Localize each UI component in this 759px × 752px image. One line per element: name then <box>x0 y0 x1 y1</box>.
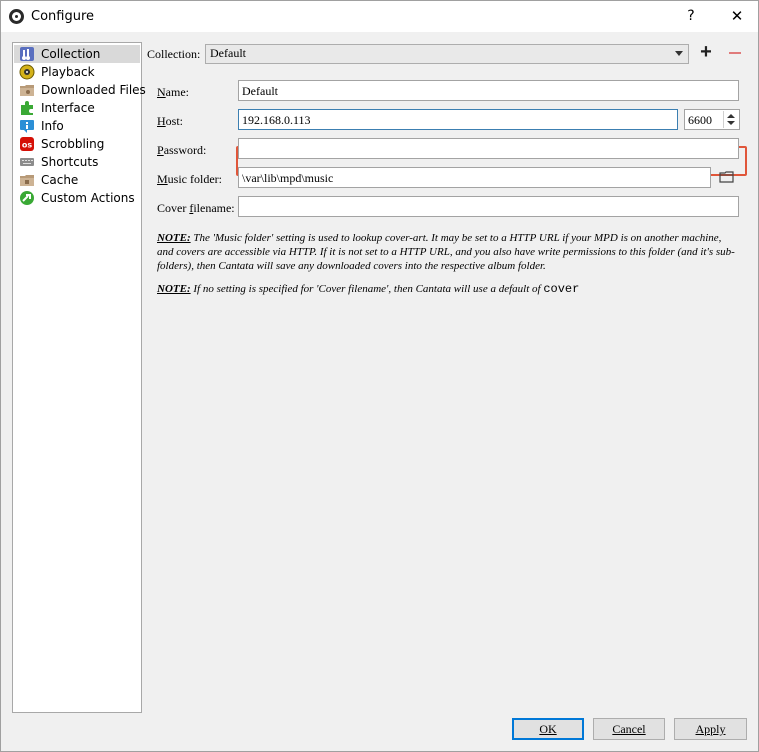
sidebar-item-playback[interactable]: Playback <box>14 63 140 81</box>
sidebar-item-label: Custom Actions <box>41 191 135 205</box>
sidebar-item-label: Cache <box>41 173 79 187</box>
collection-select[interactable]: Default <box>205 44 689 64</box>
help-button[interactable]: ? <box>677 4 705 28</box>
music-folder-note: NOTE: The 'Music folder' setting is used… <box>157 231 737 273</box>
sidebar-item-interface[interactable]: Interface <box>14 99 140 117</box>
password-field[interactable] <box>238 138 739 159</box>
sidebar-item-info[interactable]: Info <box>14 117 140 135</box>
port-value: 6600 <box>688 113 712 127</box>
cover-filename-label: Cover filename: <box>157 201 235 215</box>
playback-icon <box>19 64 35 80</box>
note-prefix: NOTE: <box>157 232 191 244</box>
cache-icon <box>20 175 34 186</box>
name-field-value: Default <box>242 84 278 98</box>
note-text: If no setting is specified for 'Cover fi… <box>190 283 544 295</box>
password-label: Password: <box>157 143 207 157</box>
host-field-value: 192.168.0.113 <box>242 113 311 127</box>
sidebar-item-label: Shortcuts <box>41 155 99 169</box>
custom-actions-icon <box>20 191 34 205</box>
music-folder-label: Music folder: <box>157 172 222 186</box>
chevron-up-icon[interactable] <box>727 114 735 118</box>
cover-filename-note: NOTE: If no setting is specified for 'Co… <box>157 282 737 296</box>
note-code: cover <box>543 282 580 296</box>
downloaded-files-icon <box>20 85 34 96</box>
remove-collection-button[interactable] <box>727 42 743 62</box>
sidebar-item-label: Collection <box>41 47 101 61</box>
cantata-app-icon <box>9 9 24 24</box>
cancel-button[interactable]: Cancel <box>593 718 665 740</box>
interface-icon <box>21 101 33 115</box>
ok-button-label: OK <box>539 722 557 736</box>
collection-label: Collection: <box>147 47 201 61</box>
collection-settings-panel: Collection: Default + Name: Default Host… <box>147 41 752 711</box>
port-stepper[interactable] <box>723 111 738 128</box>
sidebar-item-label: Info <box>41 119 64 133</box>
sidebar-item-scrobbling[interactable]: os Scrobbling <box>14 135 140 153</box>
folder-icon[interactable] <box>717 167 737 187</box>
title-bar: Configure ? ✕ <box>1 1 758 32</box>
apply-button[interactable]: Apply <box>674 718 747 740</box>
collection-icon <box>20 47 34 61</box>
settings-sidebar: Collection Playback Downloaded Files Int… <box>12 42 146 713</box>
window-title: Configure <box>31 9 95 24</box>
configure-dialog: Configure ? ✕ Collection Playback Downlo… <box>0 0 759 752</box>
keyboard-icon <box>20 158 34 166</box>
chevron-down-icon[interactable] <box>727 121 735 125</box>
music-folder-field-value: \var\lib\mpd\music <box>242 171 334 185</box>
name-label: Name: <box>157 85 189 99</box>
host-field[interactable]: 192.168.0.113 <box>238 109 678 130</box>
sidebar-item-cache[interactable]: Cache <box>14 171 140 189</box>
ok-button[interactable]: OK <box>512 718 584 740</box>
sidebar-item-shortcuts[interactable]: Shortcuts <box>14 153 140 171</box>
apply-button-label: Apply <box>695 722 726 736</box>
collection-select-value: Default <box>210 46 246 60</box>
sidebar-item-label: Downloaded Files <box>41 83 146 97</box>
cover-filename-field[interactable] <box>238 196 739 217</box>
sidebar-item-label: Interface <box>41 101 95 115</box>
port-spinbox[interactable]: 6600 <box>684 109 740 130</box>
sidebar-item-downloaded-files[interactable]: Downloaded Files <box>14 81 146 99</box>
close-button[interactable]: ✕ <box>723 4 751 28</box>
sidebar-item-collection[interactable]: Collection <box>14 45 140 63</box>
note-prefix: NOTE: <box>157 283 191 295</box>
sidebar-item-custom-actions[interactable]: Custom Actions <box>14 189 140 207</box>
lastfm-icon: os <box>20 137 34 151</box>
sidebar-item-label: Playback <box>41 65 95 79</box>
music-folder-field[interactable]: \var\lib\mpd\music <box>238 167 711 188</box>
info-icon <box>20 120 34 133</box>
cancel-button-label: Cancel <box>612 722 646 736</box>
chevron-down-icon <box>675 51 683 56</box>
note-text: The 'Music folder' setting is used to lo… <box>157 232 735 272</box>
sidebar-item-label: Scrobbling <box>41 137 105 151</box>
host-label: Host: <box>157 114 184 128</box>
svg-text:os: os <box>22 141 32 150</box>
name-field[interactable]: Default <box>238 80 739 101</box>
add-collection-button[interactable]: + <box>699 42 713 62</box>
connection-group: Name: Default Host: 192.168.0.113 6600 P… <box>149 70 750 710</box>
